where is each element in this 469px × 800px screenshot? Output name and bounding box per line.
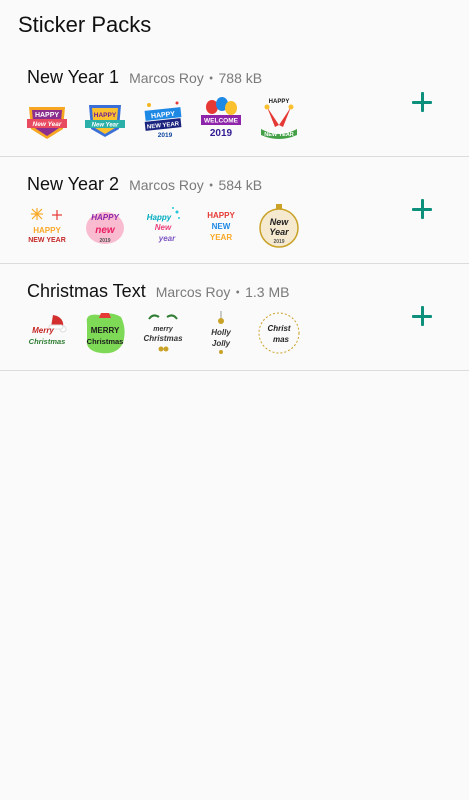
- svg-text:HAPPY: HAPPY: [35, 112, 59, 119]
- happy-new-year-shield-icon: HAPPY New Year: [22, 94, 72, 144]
- svg-text:2019: 2019: [210, 128, 233, 139]
- svg-text:new: new: [95, 225, 116, 236]
- happy-new-year-pink-swirl-icon: HAPPY new 2019: [80, 201, 130, 251]
- svg-text:merry: merry: [153, 326, 174, 333]
- svg-text:Year: Year: [269, 227, 289, 237]
- add-to-whatsapp-button[interactable]: [411, 305, 433, 327]
- svg-text:NEW YEAR: NEW YEAR: [28, 237, 66, 244]
- svg-text:Happy: Happy: [147, 213, 172, 222]
- christmas-circle-icon: Christ mas: [254, 308, 304, 358]
- svg-text:Jolly: Jolly: [212, 339, 231, 348]
- svg-text:NEW YEAR: NEW YEAR: [264, 132, 294, 138]
- happy-new-year-stacked-icon: HAPPY NEW YEAR: [196, 201, 246, 251]
- pack-meta: Christmas Text Marcos Roy • 1.3 MB: [27, 281, 289, 302]
- svg-text:2019: 2019: [99, 238, 110, 244]
- pack-name: New Year 1: [27, 67, 120, 87]
- happy-new-year-party-horns-icon: HAPPY NEW YEAR: [254, 94, 304, 144]
- sticker-preview-row: HAPPY New Year HAPPY New Year HAPPY NEW …: [22, 94, 304, 144]
- pack-author: Marcos Roy: [129, 70, 204, 86]
- new-year-ornament-icon: New Year 2019: [254, 201, 304, 251]
- svg-text:HAPPY: HAPPY: [269, 99, 290, 105]
- svg-text:Christ: Christ: [267, 324, 290, 333]
- svg-text:Christmas: Christmas: [143, 334, 183, 343]
- pack-author: Marcos Roy: [155, 284, 231, 300]
- svg-text:HAPPY: HAPPY: [207, 211, 235, 220]
- svg-text:New Year: New Year: [33, 121, 62, 128]
- pack-name: New Year 2: [27, 174, 120, 194]
- svg-text:New: New: [270, 217, 290, 227]
- svg-text:NEW: NEW: [212, 222, 231, 231]
- svg-text:HAPPY: HAPPY: [33, 226, 61, 235]
- separator-dot: •: [208, 71, 214, 87]
- svg-text:year: year: [158, 234, 176, 243]
- pack-name: Christmas Text: [27, 281, 146, 301]
- svg-text:WELCOME: WELCOME: [204, 118, 239, 125]
- sticker-pack-new-year-1[interactable]: New Year 1 Marcos Roy • 788 kB HAPPY New…: [0, 50, 469, 157]
- merry-christmas-wreath-icon: merry Christmas: [138, 308, 188, 358]
- separator-dot: •: [235, 285, 241, 301]
- add-to-whatsapp-button[interactable]: [411, 198, 433, 220]
- pack-size: 1.3 MB: [245, 284, 290, 300]
- holly-jolly-ornament-icon: Holly Jolly: [196, 308, 246, 358]
- merry-christmas-green-blob-icon: MERRY Christmas: [80, 308, 130, 358]
- svg-text:mas: mas: [273, 335, 290, 344]
- svg-text:New: New: [155, 223, 172, 232]
- svg-text:MERRY: MERRY: [91, 326, 120, 335]
- svg-text:HAPPY: HAPPY: [91, 213, 119, 222]
- welcome-2019-balloons-icon: WELCOME 2019: [196, 94, 246, 144]
- sticker-preview-row: HAPPY NEW YEAR HAPPY new 2019 Happy New …: [22, 201, 304, 251]
- pack-meta: New Year 1 Marcos Roy • 788 kB: [27, 67, 262, 88]
- pack-author: Marcos Roy: [129, 177, 204, 193]
- merry-christmas-santa-hat-icon: Merry Christmas: [22, 308, 72, 358]
- happy-new-year-script-icon: Happy New year: [138, 201, 188, 251]
- add-to-whatsapp-button[interactable]: [411, 91, 433, 113]
- page-title: Sticker Packs: [18, 12, 152, 37]
- svg-text:Christmas: Christmas: [29, 337, 66, 346]
- sticker-preview-row: Merry Christmas MERRY Christmas merry Ch…: [22, 308, 304, 358]
- happy-new-year-badge-icon: HAPPY New Year: [80, 94, 130, 144]
- sticker-pack-new-year-2[interactable]: New Year 2 Marcos Roy • 584 kB HAPPY NEW…: [0, 157, 469, 264]
- pack-size: 584 kB: [218, 177, 263, 193]
- svg-text:Christmas: Christmas: [87, 337, 124, 346]
- separator-dot: •: [208, 178, 214, 194]
- svg-text:Merry: Merry: [32, 326, 54, 335]
- svg-text:HAPPY: HAPPY: [151, 111, 176, 121]
- app-header: Sticker Packs: [0, 0, 469, 50]
- svg-text:New Year: New Year: [92, 123, 119, 129]
- svg-text:2019: 2019: [273, 239, 284, 245]
- happy-new-year-ribbon-icon: HAPPY NEW YEAR 2019: [138, 94, 188, 144]
- pack-meta: New Year 2 Marcos Roy • 584 kB: [27, 174, 262, 195]
- svg-text:Holly: Holly: [211, 328, 231, 337]
- svg-text:HAPPY: HAPPY: [94, 112, 117, 119]
- pack-size: 788 kB: [218, 70, 263, 86]
- svg-text:YEAR: YEAR: [210, 233, 232, 242]
- sticker-pack-christmas-text[interactable]: Christmas Text Marcos Roy • 1.3 MB Merry…: [0, 264, 469, 371]
- svg-text:2019: 2019: [158, 132, 173, 139]
- happy-new-year-fireworks-icon: HAPPY NEW YEAR: [22, 201, 72, 251]
